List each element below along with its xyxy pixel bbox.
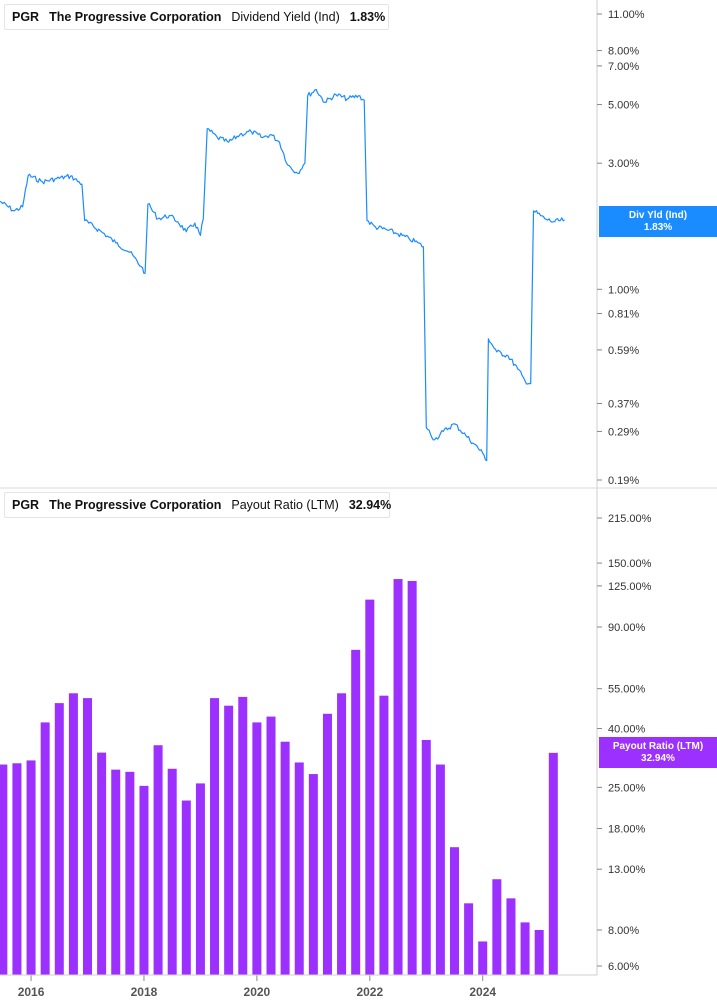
payout-bar: [478, 941, 488, 975]
y-tick-label: 0.29%: [608, 426, 639, 438]
payout-legend-metric: Payout Ratio (LTM): [231, 498, 339, 512]
payout-bar: [224, 705, 234, 975]
x-tick-label: 2020: [244, 985, 271, 999]
payout-bar: [365, 599, 375, 975]
yield-tag-value: 1.83%: [643, 222, 673, 233]
payout-bar: [238, 696, 248, 975]
y-tick-label: 125.00%: [608, 581, 652, 593]
yield-legend-company: The Progressive Corporation: [49, 10, 222, 24]
payout-tag-label: Payout Ratio (LTM): [612, 741, 704, 752]
payout-bar: [449, 847, 459, 975]
y-tick-label: 1.00%: [608, 284, 639, 296]
payout-legend-company: The Progressive Corporation: [49, 498, 222, 512]
y-tick-label: 8.00%: [608, 46, 639, 58]
payout-bar: [464, 903, 474, 975]
payout-bar: [534, 929, 544, 975]
payout-bar: [83, 698, 93, 975]
y-tick-label: 0.59%: [608, 345, 639, 357]
payout-bar: [548, 752, 558, 975]
payout-bar: [111, 769, 121, 975]
payout-bar: [0, 764, 8, 975]
x-tick-label: 2016: [18, 985, 45, 999]
y-tick-label: 25.00%: [608, 782, 646, 794]
y-tick-label: 5.00%: [608, 100, 639, 112]
y-tick-label: 11.00%: [608, 9, 645, 21]
y-tick-label: 18.00%: [608, 823, 646, 835]
payout-legend-value: 32.94%: [348, 498, 392, 512]
x-tick-label: 2024: [469, 985, 496, 999]
payout-bar: [210, 698, 220, 975]
y-tick-label: 3.00%: [608, 158, 639, 170]
dividend-yield-line: [0, 88, 565, 462]
payout-tag-value: 32.94%: [641, 753, 675, 764]
y-tick-label: 0.81%: [608, 309, 639, 321]
y-tick-label: 90.00%: [608, 622, 646, 634]
payout-bar: [125, 771, 135, 975]
payout-bar: [421, 739, 431, 975]
x-tick-label: 2022: [356, 985, 383, 999]
payout-bar: [280, 741, 290, 975]
payout-bar: [308, 774, 318, 975]
payout-bar: [393, 579, 403, 975]
payout-bar: [351, 649, 361, 975]
payout-bar: [506, 898, 516, 975]
payout-legend-ticker: PGR: [12, 498, 40, 512]
y-tick-label: 215.00%: [608, 513, 652, 525]
payout-bar: [40, 722, 50, 975]
yield-legend-value: 1.83%: [349, 10, 386, 24]
x-tick-label: 2018: [131, 985, 158, 999]
payout-bar: [435, 764, 445, 975]
y-tick-label: 6.00%: [608, 961, 639, 973]
payout-bar: [252, 722, 262, 975]
y-tick-label: 7.00%: [608, 61, 639, 73]
payout-bar: [266, 716, 276, 975]
yield-legend-metric: Dividend Yield (Ind): [231, 10, 340, 24]
y-tick-label: 13.00%: [608, 864, 646, 876]
payout-bar: [407, 580, 417, 975]
payout-bar: [379, 695, 389, 975]
y-tick-label: 0.19%: [608, 475, 639, 487]
payout-bar: [167, 768, 177, 975]
yield-tag-label: Div Yld (Ind): [628, 210, 688, 221]
payout-bar: [12, 763, 22, 975]
payout-bar: [97, 752, 107, 975]
y-tick-label: 150.00%: [608, 558, 652, 570]
yield-legend-ticker: PGR: [12, 10, 40, 24]
x-axis-ticks: 2016 2018 2020 2022 2024: [0, 974, 597, 999]
yield-legend: PGR The Progressive Corporation Dividend…: [4, 4, 389, 30]
payout-bars: [0, 579, 558, 975]
payout-last-value-tag: Payout Ratio (LTM) 32.94%: [599, 737, 717, 768]
payout-bar: [520, 922, 530, 975]
y-tick-label: 40.00%: [608, 724, 646, 736]
payout-bar: [195, 783, 205, 975]
payout-bar: [322, 713, 332, 975]
payout-bar: [492, 879, 502, 975]
payout-bar: [337, 693, 347, 975]
y-tick-label: 0.37%: [608, 398, 639, 410]
payout-bar: [54, 703, 64, 975]
yield-last-value-tag: Div Yld (Ind) 1.83%: [599, 206, 717, 237]
y-tick-label: 8.00%: [608, 925, 639, 937]
payout-bar: [181, 800, 191, 975]
payout-bar: [139, 785, 149, 975]
payout-bar: [26, 760, 36, 975]
y-tick-label: 55.00%: [608, 684, 646, 696]
payout-bar: [68, 693, 78, 975]
payout-legend: PGR The Progressive Corporation Payout R…: [4, 492, 392, 518]
payout-bar: [153, 745, 163, 975]
payout-bar: [294, 762, 304, 975]
yield-axis-ticks: 11.00% 8.00% 7.00% 5.00% 3.00% 1.00% 0.81% 0.59…: [597, 9, 645, 487]
